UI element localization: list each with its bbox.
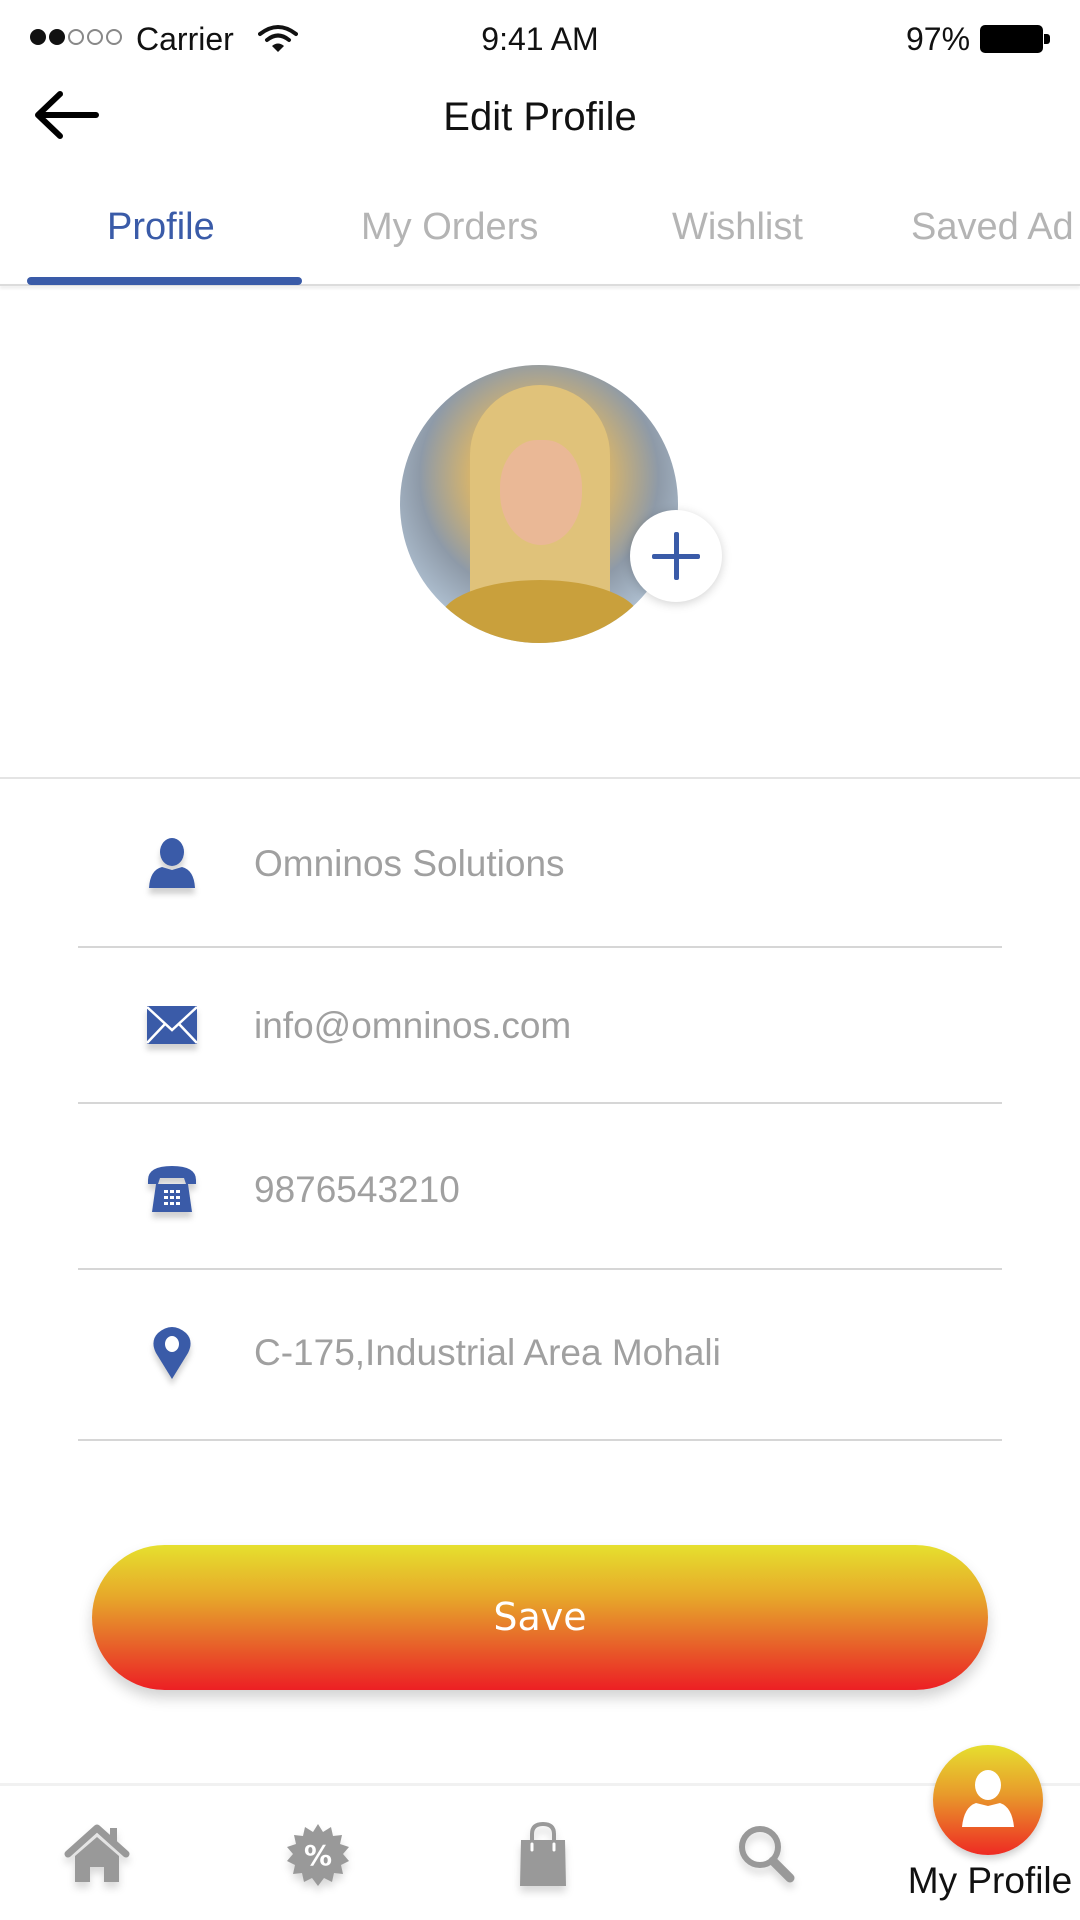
nav-home[interactable] (62, 1820, 132, 1890)
field-divider (78, 1439, 1002, 1441)
field-divider (78, 1102, 1002, 1104)
tab-wishlist[interactable]: Wishlist (672, 200, 803, 254)
name-field[interactable]: Omninos Solutions (254, 839, 565, 889)
map-pin-icon (144, 1325, 200, 1381)
battery-icon (980, 25, 1043, 53)
phone-field[interactable]: 9876543210 (254, 1165, 460, 1215)
nav-my-profile-label[interactable]: My Profile (905, 1856, 1075, 1906)
save-button[interactable]: Save (92, 1545, 988, 1690)
battery-percent: 97% (906, 21, 971, 57)
nav-my-profile[interactable] (933, 1745, 1043, 1855)
nav-offers[interactable]: % (283, 1820, 353, 1890)
profile-photo[interactable] (400, 365, 678, 643)
home-icon (64, 1824, 130, 1882)
add-photo-button[interactable] (630, 510, 722, 602)
search-icon (739, 1826, 795, 1883)
discount-badge-icon: % (287, 1824, 349, 1886)
battery-tip (1044, 34, 1050, 44)
section-divider (0, 777, 1080, 779)
field-divider (78, 946, 1002, 948)
nav-cart[interactable] (508, 1820, 578, 1890)
envelope-icon (144, 998, 200, 1054)
email-field[interactable]: info@omninos.com (254, 1001, 571, 1051)
profile-icon (962, 1770, 1014, 1827)
tab-profile[interactable]: Profile (107, 200, 215, 254)
tab-my-orders[interactable]: My Orders (361, 200, 538, 254)
telephone-icon (144, 1162, 200, 1218)
plus-icon-vertical (674, 532, 679, 580)
svg-text:%: % (304, 1839, 332, 1872)
active-tab-indicator (27, 277, 302, 285)
address-field[interactable]: C-175,Industrial Area Mohali (254, 1328, 721, 1378)
bottom-nav-divider (0, 1783, 1080, 1786)
tab-saved-ads[interactable]: Saved Ad (911, 200, 1074, 254)
person-icon (144, 836, 200, 892)
field-divider (78, 1268, 1002, 1270)
photo-face (500, 440, 582, 545)
shopping-bag-icon (520, 1821, 566, 1886)
nav-search[interactable] (732, 1820, 802, 1890)
page-title: Edit Profile (443, 95, 637, 139)
